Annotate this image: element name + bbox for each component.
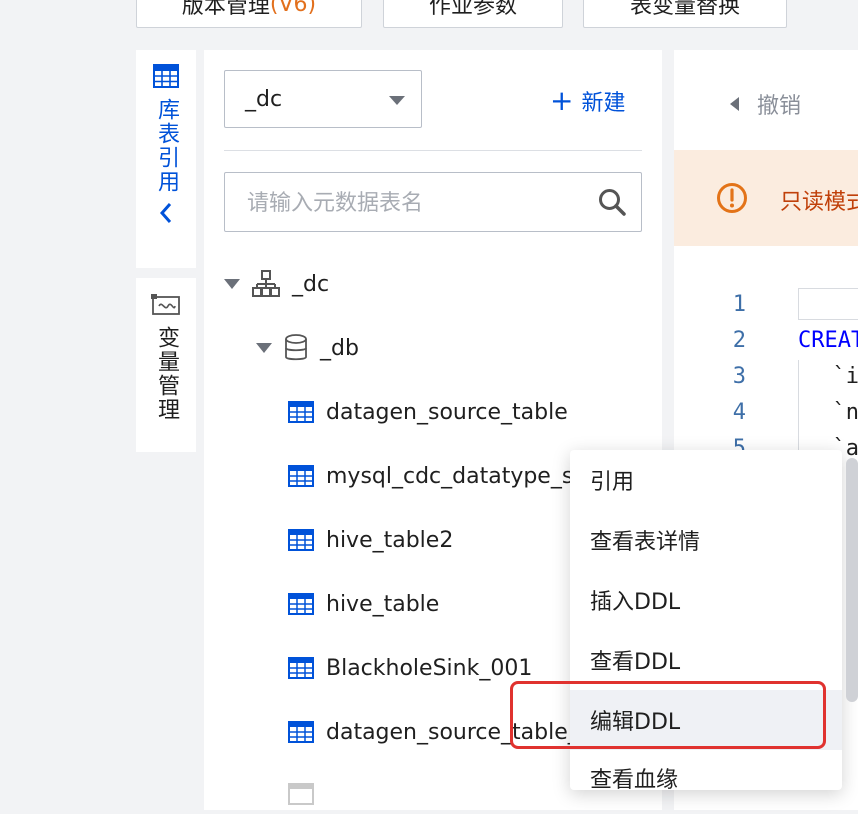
readonly-warning-bar: 只读模式 (674, 150, 858, 246)
table-name: BlackholeSink_001 (326, 655, 533, 681)
table-name: datagen_source_table (326, 399, 568, 425)
divider (224, 150, 642, 151)
tree-table-row[interactable]: datagen_source_table (288, 392, 568, 432)
job-params-button[interactable]: 作业参数 (383, 0, 563, 28)
tree-table-row[interactable]: hive_table (288, 584, 439, 624)
side-tab-table-reference[interactable]: 库表引用 (136, 50, 196, 268)
side-tab-label: 变量管理 (154, 326, 179, 422)
table-var-replace-button[interactable]: 表变量替换 (583, 0, 787, 28)
table-icon (288, 465, 314, 487)
tree-node-database[interactable]: _db (256, 328, 359, 368)
database-icon (284, 334, 308, 362)
tree-node-catalog[interactable]: _dc (224, 264, 329, 304)
version-management-button[interactable]: 版本管理 (V6) (136, 0, 362, 28)
tree-table-row[interactable] (288, 774, 326, 814)
search-box (224, 172, 642, 232)
code-line[interactable]: CREATE (798, 328, 858, 353)
search-input[interactable] (245, 185, 579, 221)
catalog-select[interactable]: _dc (224, 70, 422, 128)
annotation-highlight-box (510, 681, 826, 749)
code-line[interactable]: `na (806, 400, 858, 425)
table-name: mysql_cdc_datatype_s (326, 463, 574, 489)
table-icon (288, 401, 314, 423)
line-number: 4 (732, 400, 746, 425)
undo-icon (730, 97, 739, 111)
undo-button[interactable]: 撤销 (730, 88, 801, 120)
code-line-highlight (798, 288, 858, 320)
plus-icon: + (550, 84, 574, 117)
new-button[interactable]: + 新建 (550, 84, 625, 117)
side-tab-label: 库表引用 (154, 98, 179, 194)
table-name: hive_table (326, 591, 440, 617)
table-icon (153, 64, 179, 92)
table-icon (288, 783, 314, 805)
expand-icon[interactable] (256, 343, 272, 353)
warning-icon (716, 182, 748, 218)
table-name: hive_table2 (326, 527, 454, 553)
search-icon[interactable] (597, 187, 627, 221)
menu-scrollbar[interactable] (846, 458, 858, 702)
menu-item-reference[interactable]: 引用 (570, 450, 842, 510)
tree-table-row[interactable]: mysql_cdc_datatype_s (288, 456, 573, 496)
line-number: 2 (732, 328, 746, 353)
table-icon (288, 529, 314, 551)
table-icon (288, 593, 314, 615)
table-icon (288, 721, 314, 743)
chevron-left-icon[interactable] (158, 202, 174, 228)
hierarchy-icon (252, 270, 280, 298)
menu-item-view-table-details[interactable]: 查看表详情 (570, 510, 842, 570)
line-number: 1 (732, 292, 746, 317)
table-icon (288, 657, 314, 679)
tree-node-label: _dc (292, 271, 330, 297)
expand-icon[interactable] (224, 279, 240, 289)
line-number: 3 (732, 364, 746, 389)
warning-text: 只读模式 (780, 190, 858, 215)
catalog-select-value: _dc (245, 86, 283, 112)
chevron-down-icon (389, 96, 405, 105)
menu-item-insert-ddl[interactable]: 插入DDL (570, 570, 842, 630)
tree-table-row[interactable]: BlackholeSink_001 (288, 648, 532, 688)
tree-table-row[interactable]: hive_table2 (288, 520, 453, 560)
side-tab-variable-management[interactable]: 变量管理 (136, 278, 196, 452)
menu-item-view-lineage[interactable]: 查看血缘 (570, 748, 842, 790)
variable-icon (151, 292, 181, 320)
code-line[interactable]: `id (806, 364, 858, 389)
version-badge: (V6) (269, 0, 317, 17)
tree-node-label: _db (320, 335, 359, 361)
